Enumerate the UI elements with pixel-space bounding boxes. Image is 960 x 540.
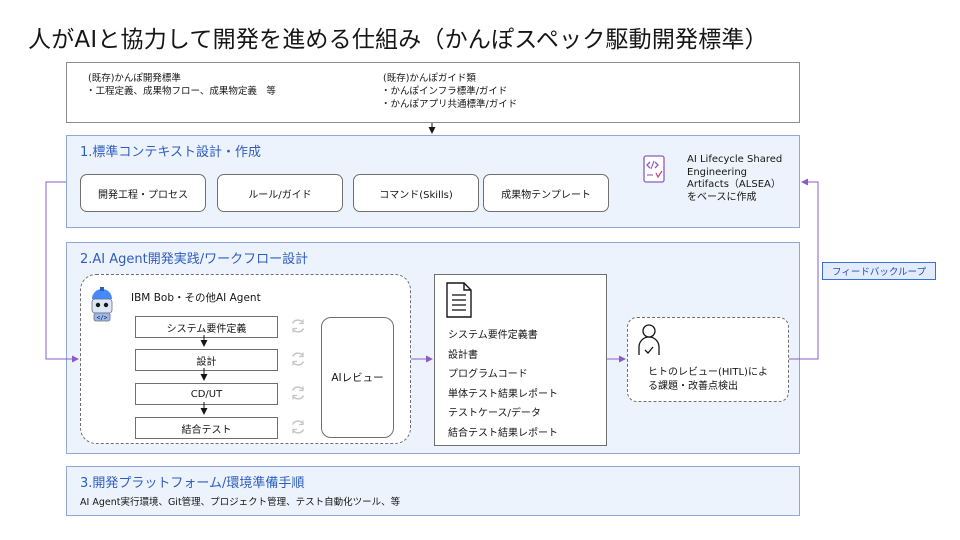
context-to-agent-line: [45, 181, 79, 363]
feedback-loop-badge: フィードバックループ: [822, 262, 936, 280]
feedback-loop-line: [789, 178, 819, 360]
connector-lines: [45, 123, 819, 415]
